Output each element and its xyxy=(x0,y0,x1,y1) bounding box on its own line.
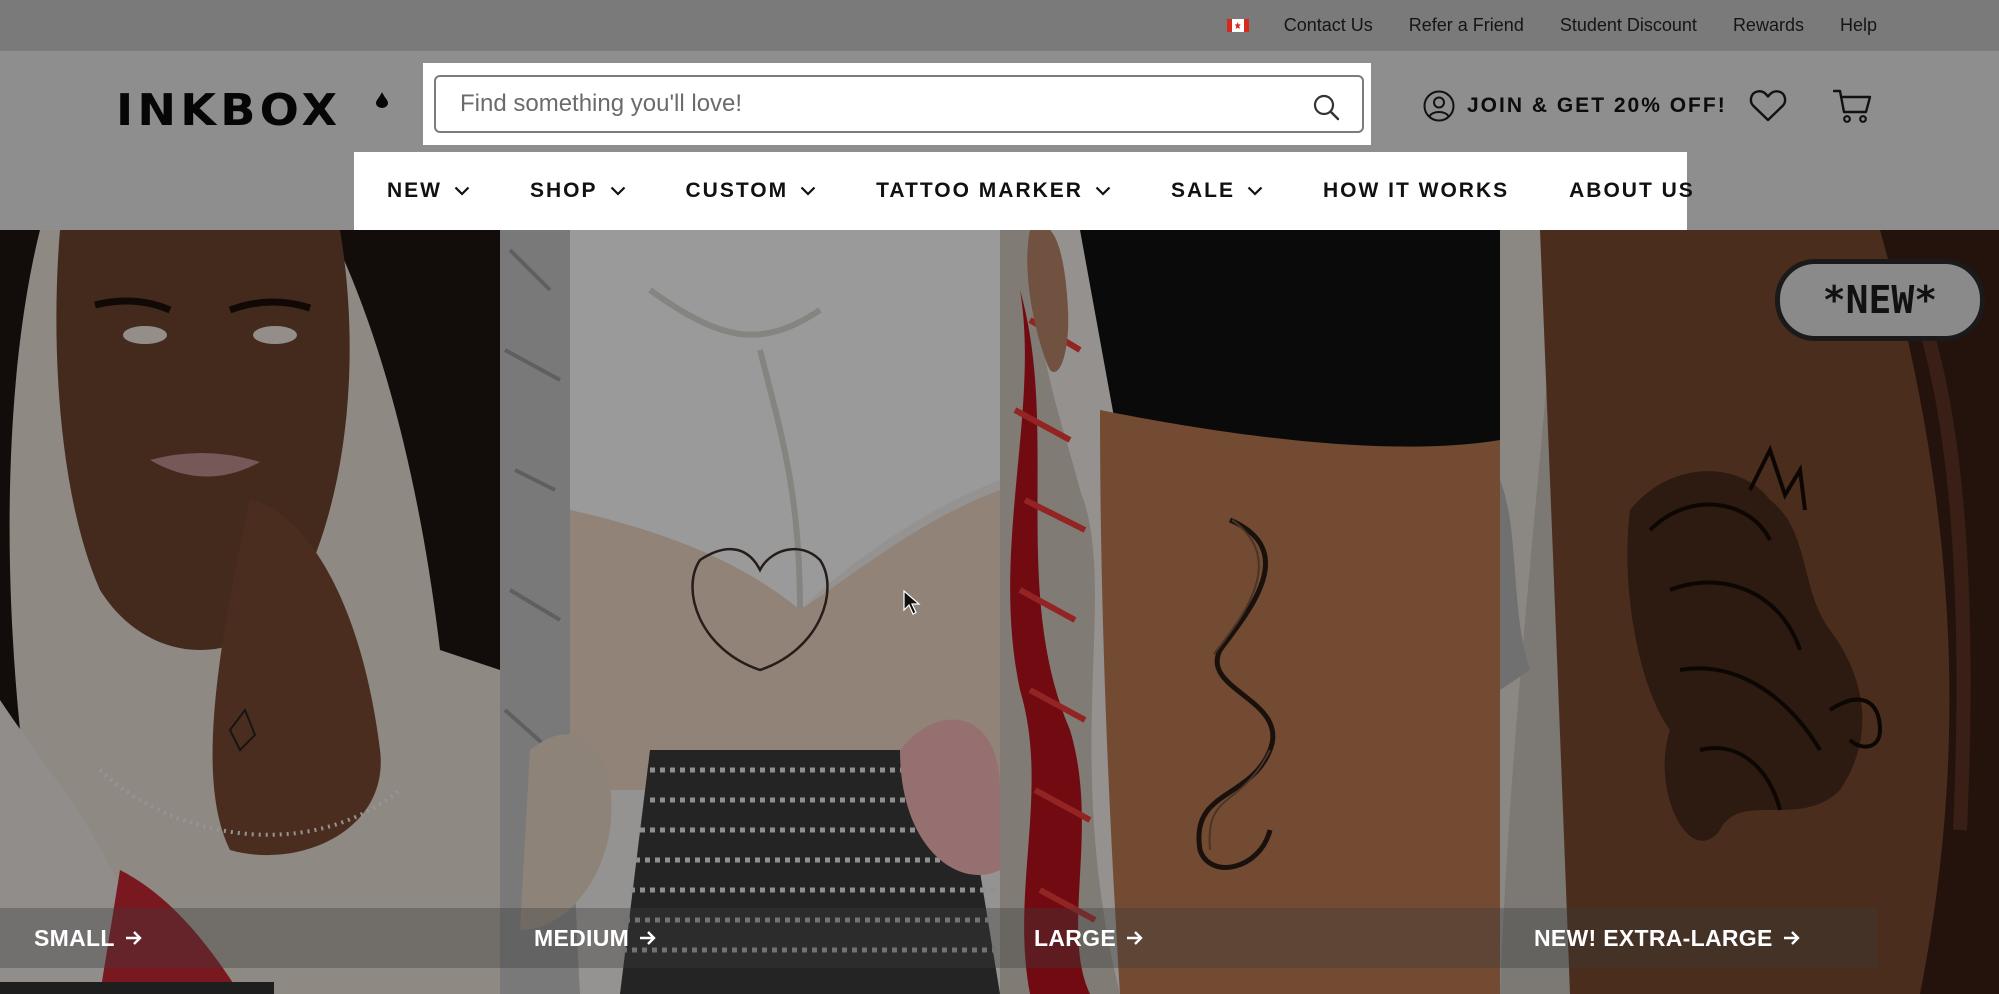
panel-label: NEW! EXTRA-LARGE xyxy=(1534,924,1773,951)
shop-extra-large-link[interactable]: NEW! EXTRA-LARGE xyxy=(1500,908,1877,968)
panel-dim-overlay xyxy=(1500,230,1999,994)
nav-item-custom[interactable]: CUSTOM xyxy=(686,179,817,203)
logo-text: INKBOX xyxy=(116,84,342,136)
search-input[interactable] xyxy=(460,77,1280,131)
cart-icon[interactable] xyxy=(1833,88,1873,124)
nav-item-label: HOW IT WORKS xyxy=(1322,179,1510,202)
heart-icon[interactable] xyxy=(1749,89,1787,123)
student-discount-link[interactable]: Student Discount xyxy=(1560,15,1697,36)
canada-flag-icon[interactable] xyxy=(1226,19,1249,32)
nav-item-label: SALE xyxy=(1170,179,1235,202)
nav-item-label: CUSTOM xyxy=(685,179,789,202)
mouse-cursor-icon xyxy=(903,590,921,615)
bottom-tab[interactable] xyxy=(0,982,274,994)
account-join-label: JOIN & GET 20% OFF! xyxy=(1467,94,1727,117)
inkbox-logo[interactable]: INKBOX xyxy=(116,85,388,136)
nav-item-label: SHOP xyxy=(530,179,598,202)
nav-item-label: NEW xyxy=(387,179,442,202)
chevron-down-icon xyxy=(1247,186,1263,196)
hero-panel-small[interactable]: SMALL xyxy=(0,230,500,994)
hero-panels: SMALL MEDIUM LARGE NEW! EXTRA-LARGE xyxy=(0,230,1999,994)
refer-a-friend-link[interactable]: Refer a Friend xyxy=(1409,15,1524,36)
nav-item-sale[interactable]: SALE xyxy=(1171,179,1263,203)
ink-drop-icon xyxy=(376,92,388,108)
search-container xyxy=(423,63,1371,145)
chevron-down-icon xyxy=(610,186,625,196)
hero-panel-medium[interactable]: MEDIUM xyxy=(500,230,1000,994)
panel-label: SMALL xyxy=(34,924,115,951)
nav-item-shop[interactable]: SHOP xyxy=(530,179,626,203)
arrow-right-icon xyxy=(1127,931,1143,945)
chevron-down-icon xyxy=(800,186,816,196)
rewards-link[interactable]: Rewards xyxy=(1733,15,1804,36)
contact-us-link[interactable]: Contact Us xyxy=(1284,15,1373,36)
chevron-down-icon xyxy=(1095,186,1111,196)
utility-bar: Contact Us Refer a Friend Student Discou… xyxy=(0,0,1999,51)
arrow-right-icon xyxy=(640,931,656,945)
nav-item-how-it-works[interactable]: HOW IT WORKS xyxy=(1323,179,1509,203)
arrow-right-icon xyxy=(1783,931,1800,945)
hero-panel-extra-large[interactable]: NEW! EXTRA-LARGE xyxy=(1500,230,1999,994)
shop-large-link[interactable]: LARGE xyxy=(1000,908,1500,968)
hero-panel-large[interactable]: LARGE xyxy=(1000,230,1500,994)
arrow-right-icon xyxy=(125,931,142,945)
chevron-down-icon xyxy=(454,186,470,196)
nav-item-tattoo-marker[interactable]: TATTOO MARKER xyxy=(876,179,1111,203)
panel-dim-overlay xyxy=(1000,230,1500,994)
panel-label: LARGE xyxy=(1034,924,1116,951)
nav-item-about-us[interactable]: ABOUT US xyxy=(1569,179,1695,203)
panel-dim-overlay xyxy=(500,230,1000,994)
panel-label: MEDIUM xyxy=(534,924,630,951)
nav-item-label: TATTOO MARKER xyxy=(876,179,1083,202)
new-badge: *NEW* xyxy=(1775,259,1985,341)
shop-small-link[interactable]: SMALL xyxy=(0,908,500,968)
search-box xyxy=(434,75,1364,133)
panel-dim-overlay xyxy=(0,230,500,994)
main-nav: NEW SHOP CUSTOM TATTOO MARKER SALE HOW I… xyxy=(354,152,1693,230)
nav-item-new[interactable]: NEW xyxy=(387,179,470,203)
shop-medium-link[interactable]: MEDIUM xyxy=(500,908,1000,968)
nav-item-label: ABOUT US xyxy=(1569,179,1695,202)
help-link[interactable]: Help xyxy=(1840,15,1877,36)
account-join-button[interactable]: JOIN & GET 20% OFF! xyxy=(1423,90,1727,122)
user-circle-icon xyxy=(1423,90,1455,122)
search-icon[interactable] xyxy=(1312,93,1340,121)
